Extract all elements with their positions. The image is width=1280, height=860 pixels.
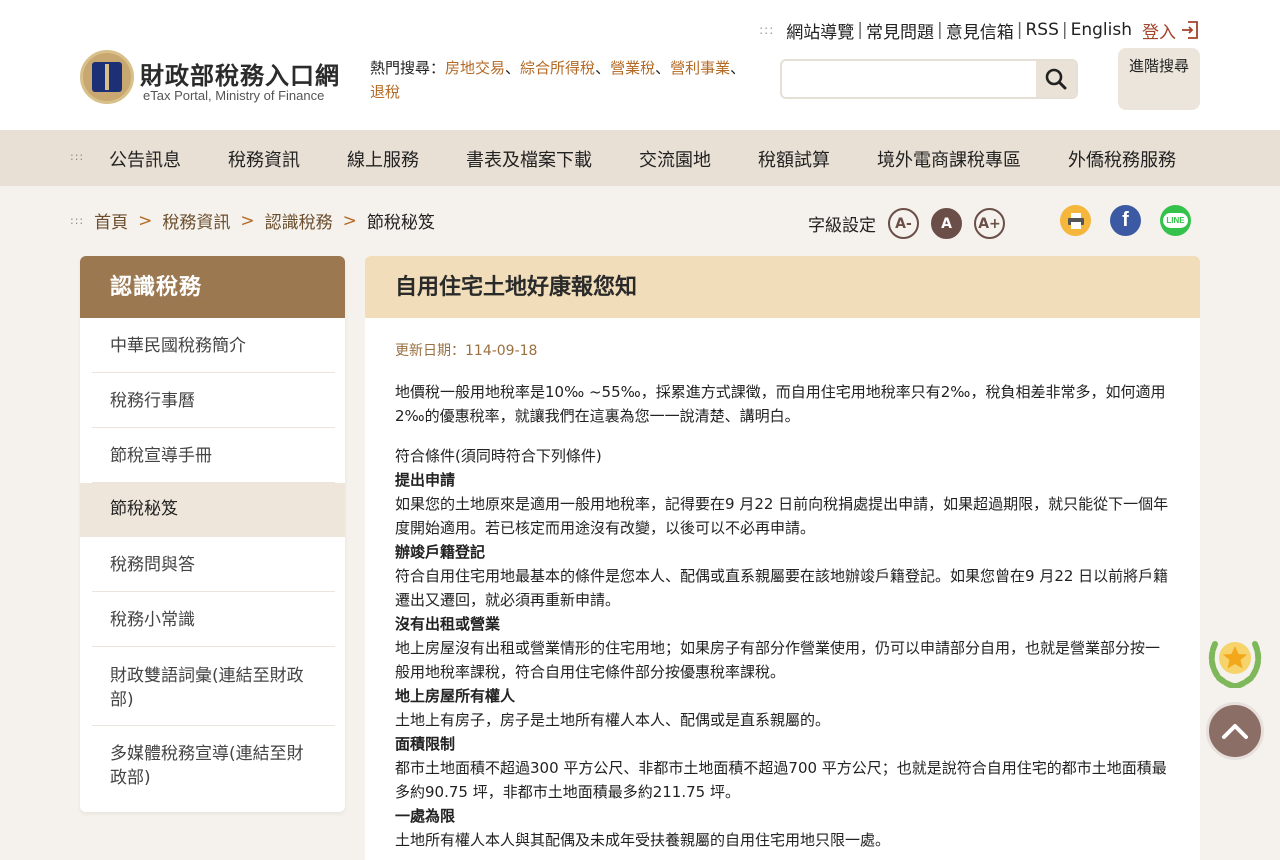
print-button[interactable] (1060, 205, 1091, 236)
search-input[interactable] (782, 61, 1036, 97)
login-label: 登入 (1142, 22, 1176, 43)
top-links: ::: 網站導覽 | 常見問題 | 意見信箱 | RSS | English 登… (759, 18, 1200, 43)
section-heading: 面積限制 (395, 735, 456, 753)
login-link[interactable]: 登入 (1142, 18, 1200, 43)
toplink-rss[interactable]: RSS (1025, 20, 1058, 40)
line-icon: LINE (1163, 213, 1188, 228)
article-intro: 地價稅一般用地稅率是10‰ ~55‰，採累進方式課徵，而自用住宅用地稅率只有2‰… (395, 383, 1166, 425)
back-to-top-button[interactable] (1206, 702, 1264, 760)
accessibility-badge[interactable] (1205, 632, 1265, 689)
breadcrumb-current: 節稅秘笈 (366, 213, 435, 233)
font-size-label: 字級設定 (808, 216, 876, 236)
toplink-faq[interactable]: 常見問題 (866, 18, 934, 43)
main-nav: ::: 公告訊息 稅務資訊 線上服務 書表及檔案下載 交流園地 稅額試算 境外電… (0, 130, 1280, 186)
sidebar-title: 認識稅務 (80, 256, 345, 318)
article-body: 地價稅一般用地稅率是10‰ ~55‰，採累進方式課徵，而自用住宅用地稅率只有2‰… (395, 380, 1170, 852)
breadcrumb: ::: 首頁 > 稅務資訊 > 認識稅務 > 節稅秘笈 (70, 208, 435, 234)
accesskey-icon: ::: (70, 214, 85, 227)
section-text: 地上房屋沒有出租或營業情形的住宅用地；如果房子有部分作營業使用，仍可以申請部分自… (395, 639, 1161, 681)
facebook-icon: f (1122, 209, 1129, 231)
site-name: 財政部稅務入口網 (140, 61, 340, 90)
sidebar-item-tax-knowledge[interactable]: 稅務小常識 (80, 608, 345, 632)
font-smaller-button[interactable]: A- (888, 208, 919, 239)
accesskey-icon: ::: (70, 150, 85, 163)
hot-search: 熱門搜尋：房地交易、綜合所得稅、營業稅、營利事業、退稅 (370, 59, 746, 101)
sidebar: 認識稅務 中華民國稅務簡介 稅務行事曆 節稅宣導手冊 節稅秘笈 稅務問與答 稅務… (80, 256, 345, 812)
font-larger-button[interactable]: A+ (974, 208, 1005, 239)
section-heading: 提出申請 (395, 471, 456, 489)
section-heading: 一處為限 (395, 807, 456, 825)
breadcrumb-tax-info[interactable]: 稅務資訊 (162, 208, 230, 233)
hot-keyword-tax-refund[interactable]: 退稅 (370, 83, 400, 101)
nav-announcements[interactable]: 公告訊息 (109, 146, 181, 172)
nav-cross-border-ecommerce[interactable]: 境外電商課稅專區 (877, 146, 1021, 172)
search-box (780, 59, 1078, 99)
article: 自用住宅土地好康報您知 更新日期：114-09-18 地價稅一般用地稅率是10‰… (365, 256, 1200, 860)
star-laurel-icon (1208, 641, 1262, 689)
conditions-intro: 符合條件(須同時符合下列條件) (395, 447, 602, 465)
hot-keyword-real-estate[interactable]: 房地交易 (445, 59, 505, 77)
section-text: 土地所有權人本人與其配偶及未成年受扶養親屬的自用住宅用地只限一處。 (395, 831, 891, 849)
login-icon (1180, 20, 1200, 40)
toplink-feedback[interactable]: 意見信箱 (946, 18, 1014, 43)
font-size-setting: 字級設定 A- A A+ (808, 208, 1005, 239)
site-header: 財政部稅務入口網 eTax Portal, Ministry of Financ… (0, 0, 1280, 130)
site-logo[interactable]: 財政部稅務入口網 eTax Portal, Ministry of Financ… (80, 50, 355, 108)
section-heading: 辦竣戶籍登記 (395, 543, 486, 561)
section-heading: 地上房屋所有權人 (395, 687, 516, 705)
nav-foreign-resident-tax[interactable]: 外僑稅務服務 (1068, 146, 1176, 172)
hot-search-label: 熱門搜尋： (370, 59, 446, 77)
section-text: 都市土地面積不超過300 平方公尺、非都市土地面積不超過700 平方公尺；也就是… (395, 759, 1167, 801)
sidebar-item-bilingual-glossary[interactable]: 財政雙語詞彙(連結至財政部) (80, 664, 345, 712)
sidebar-item-tax-calendar[interactable]: 稅務行事曆 (80, 389, 345, 413)
hot-keyword-business-tax[interactable]: 營業稅 (610, 59, 655, 77)
sidebar-item-tax-saving-tips[interactable]: 節稅秘笈 (80, 483, 345, 537)
facebook-share-button[interactable]: f (1110, 205, 1141, 236)
line-share-button[interactable]: LINE (1160, 205, 1191, 236)
breadcrumb-know-tax[interactable]: 認識稅務 (265, 208, 333, 233)
site-subtitle: eTax Portal, Ministry of Finance (143, 88, 325, 103)
search-icon (1045, 68, 1067, 90)
article-title: 自用住宅土地好康報您知 (365, 256, 1200, 318)
advanced-search-button[interactable]: 進階搜尋 (1118, 48, 1200, 110)
sidebar-item-tax-intro[interactable]: 中華民國稅務簡介 (80, 334, 345, 358)
chevron-up-icon (1222, 724, 1248, 739)
nav-tax-calculator[interactable]: 稅額試算 (758, 146, 830, 172)
conditions-list: 符合條件(須同時符合下列條件) 提出申請 如果您的土地原來是適用一般用地稅率，記… (395, 444, 1170, 852)
nav-tax-info[interactable]: 稅務資訊 (228, 146, 300, 172)
toplink-sitemap[interactable]: 網站導覽 (786, 18, 854, 43)
section-text: 符合自用住宅用地最基本的條件是您本人、配偶或直系親屬要在該地辦竣戶籍登記。如果您… (395, 567, 1169, 609)
section-text: 如果您的土地原來是適用一般用地稅率，記得要在9 月22 日前向稅捐處提出申請，如… (395, 495, 1169, 537)
nav-community[interactable]: 交流園地 (639, 146, 711, 172)
sidebar-item-tax-qa[interactable]: 稅務問與答 (80, 553, 345, 577)
hot-keyword-income-tax[interactable]: 綜合所得稅 (520, 59, 595, 77)
section-heading: 沒有出租或營業 (395, 615, 501, 633)
section-text: 土地上有房子，房子是土地所有權人本人、配偶或是直系親屬的。 (395, 711, 831, 729)
toplink-english[interactable]: English (1071, 20, 1132, 40)
nav-forms-download[interactable]: 書表及檔案下載 (466, 146, 592, 172)
article-updated-date: 更新日期：114-09-18 (395, 343, 538, 359)
breadcrumb-home[interactable]: 首頁 (94, 208, 128, 233)
ministry-seal-icon (80, 50, 134, 104)
hot-keyword-profit-seeking[interactable]: 營利事業 (670, 59, 730, 77)
font-normal-button[interactable]: A (931, 208, 962, 239)
search-button[interactable] (1036, 61, 1076, 97)
accesskey-icon: ::: (759, 23, 775, 37)
nav-online-services[interactable]: 線上服務 (347, 146, 419, 172)
sidebar-item-multimedia[interactable]: 多媒體稅務宣導(連結至財政部) (80, 742, 345, 790)
sidebar-item-tax-saving-handbook[interactable]: 節稅宣導手冊 (80, 444, 345, 468)
printer-icon (1067, 212, 1084, 229)
